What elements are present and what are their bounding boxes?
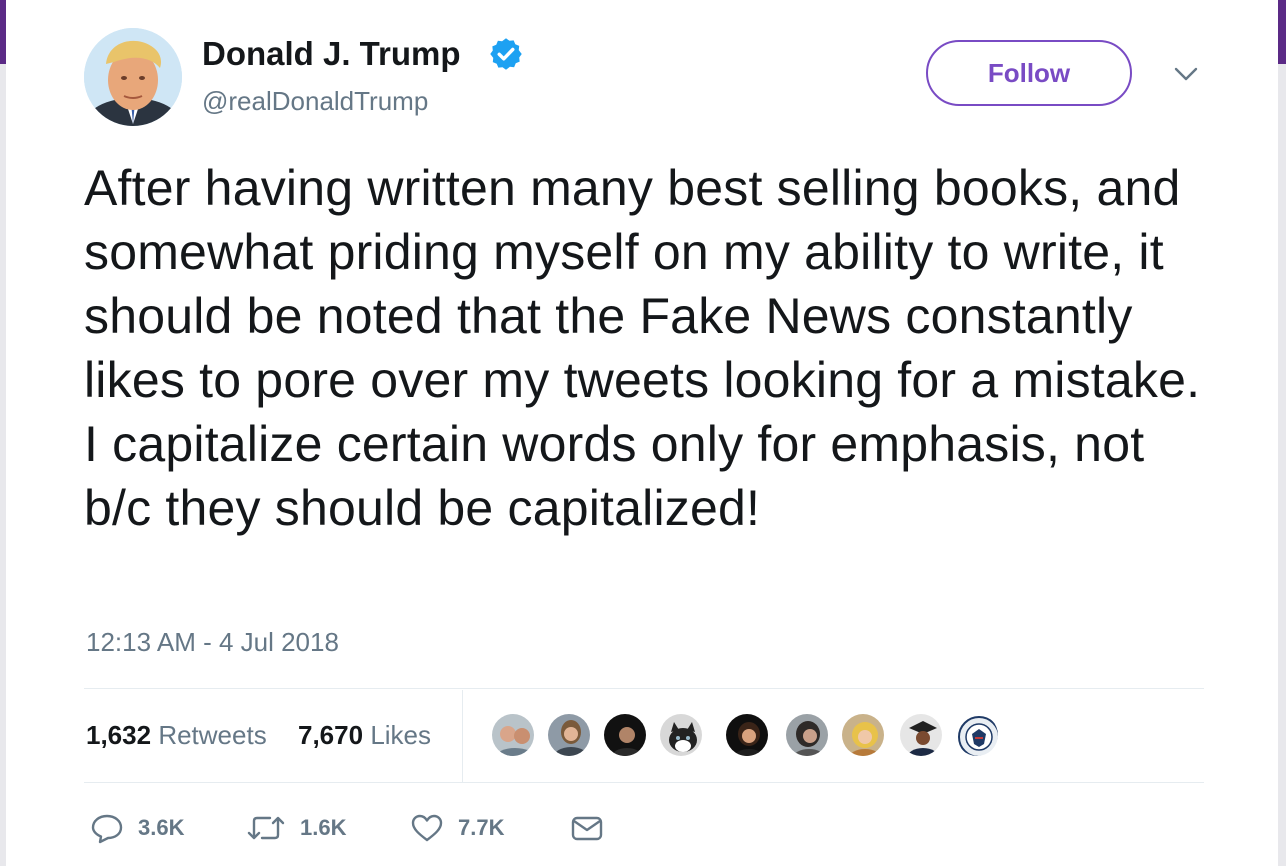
stats-separator [462, 690, 463, 782]
liker-avatar[interactable] [546, 712, 592, 758]
avatar-photo-icon [84, 28, 182, 126]
like-count: 7.7K [458, 815, 505, 840]
person-avatar-icon [842, 714, 884, 756]
liker-avatars [490, 712, 1050, 760]
retweet-count: 1.6K [300, 815, 347, 840]
direct-message-button[interactable] [570, 806, 604, 850]
cat-avatar-icon [660, 714, 702, 756]
person-avatar-icon [548, 714, 590, 756]
author-handle[interactable]: @realDonaldTrump [202, 86, 428, 116]
author-name[interactable]: Donald J. Trump [202, 34, 461, 74]
liker-avatar[interactable] [784, 712, 830, 758]
likes-label: Likes [370, 720, 432, 750]
window-accent-right [1278, 0, 1286, 64]
likes-stat[interactable]: 7,670 Likes [298, 718, 431, 752]
retweets-stat[interactable]: 1,632 Retweets [86, 718, 267, 752]
tweet-card: Donald J. Trump @realDonaldTrump Follow … [6, 0, 1278, 866]
seal-avatar-icon [956, 714, 998, 756]
person-avatar-icon [786, 714, 828, 756]
like-button[interactable]: 7.7K [410, 806, 504, 850]
retweet-button[interactable]: 1.6K [246, 806, 346, 850]
liker-avatar[interactable] [840, 712, 886, 758]
retweet-icon [247, 816, 285, 840]
person-avatar-icon [604, 714, 646, 756]
likes-count: 7,670 [298, 720, 364, 750]
reply-count: 3.6K [138, 815, 185, 840]
chevron-down-icon[interactable] [1170, 62, 1202, 86]
graduate-avatar-icon [900, 714, 942, 756]
tweet-timestamp[interactable]: 12:13 AM - 4 Jul 2018 [86, 626, 339, 658]
liker-avatar[interactable] [898, 712, 944, 758]
heart-icon [411, 814, 443, 842]
liker-avatar[interactable] [658, 712, 704, 758]
reply-button[interactable]: 3.6K [90, 806, 184, 850]
envelope-icon [571, 816, 603, 841]
follow-button[interactable]: Follow [926, 40, 1132, 106]
tweet-text: After having written many best selling b… [84, 160, 1201, 536]
retweets-label: Retweets [158, 720, 267, 750]
liker-avatar[interactable] [724, 712, 770, 758]
retweets-count: 1,632 [86, 720, 152, 750]
person-avatar-icon [726, 714, 768, 756]
reply-icon [91, 814, 123, 844]
divider-bottom [84, 782, 1204, 783]
divider-top [84, 688, 1204, 689]
liker-avatar[interactable] [602, 712, 648, 758]
verified-badge-icon [490, 38, 522, 70]
person-avatar-icon [492, 714, 534, 756]
liker-avatar[interactable] [490, 712, 536, 758]
author-avatar[interactable] [84, 28, 182, 126]
liker-avatar[interactable] [954, 712, 1000, 758]
